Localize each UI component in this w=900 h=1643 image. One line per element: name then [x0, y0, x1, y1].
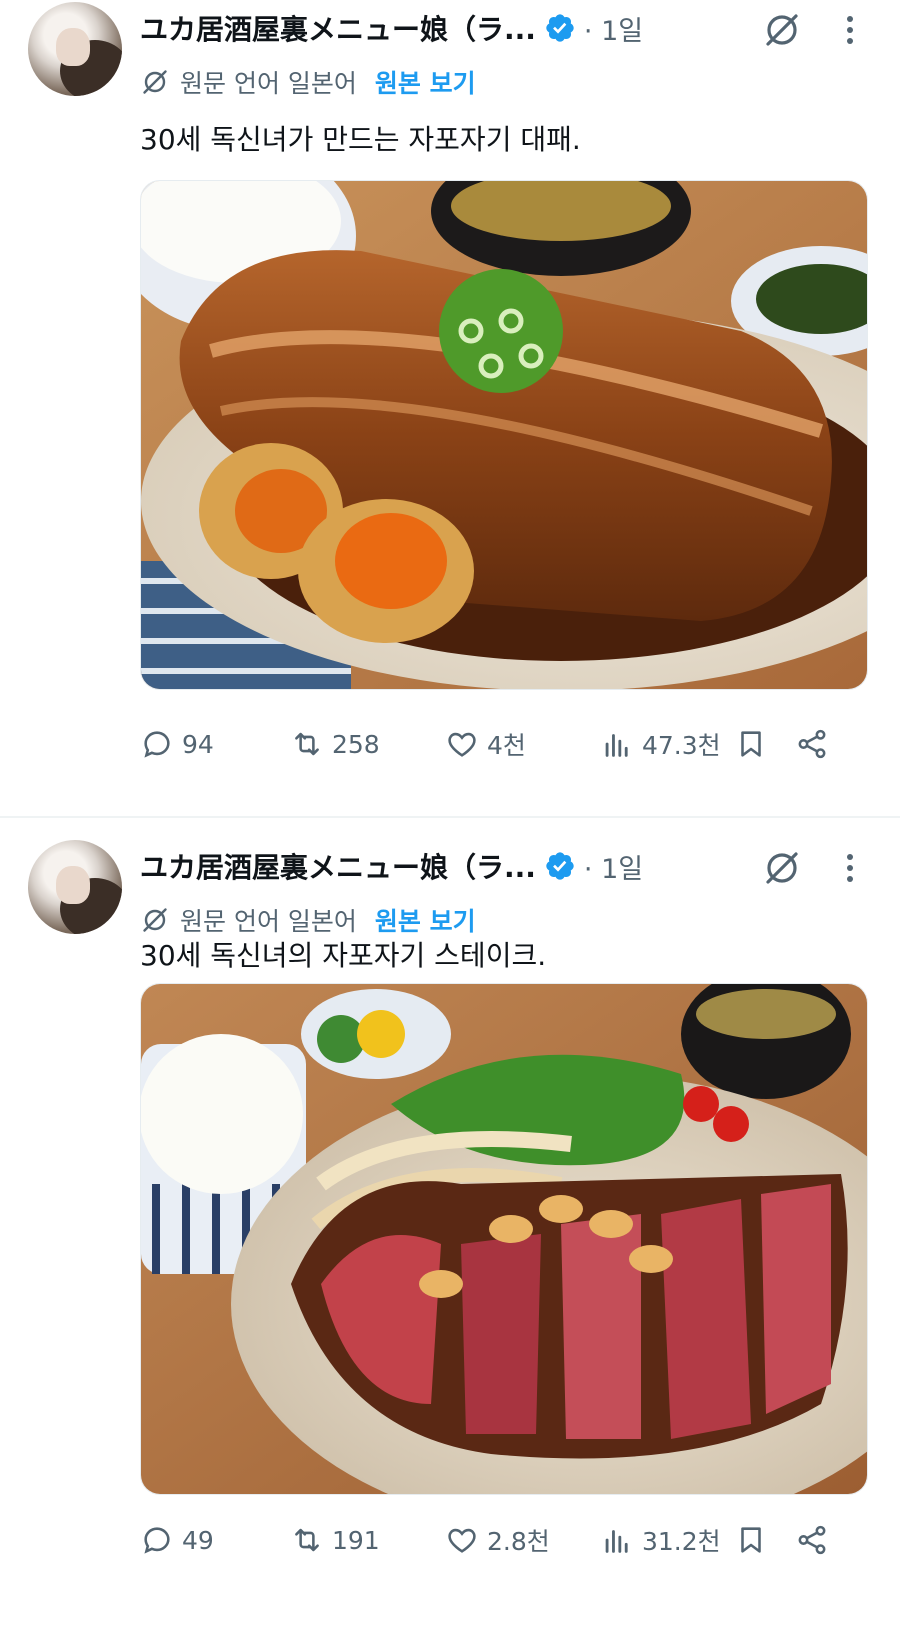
grok-icon[interactable] [762, 10, 802, 50]
share-button[interactable] [795, 1518, 829, 1562]
translation-note: 원문 언어 일본어 [180, 69, 357, 98]
reply-count: 49 [182, 1525, 214, 1555]
braised-pork-belly-photo [141, 181, 867, 689]
reply-button[interactable]: 94 [140, 722, 214, 766]
more-options-icon[interactable] [840, 12, 860, 48]
view-count: 47.3천 [642, 731, 721, 760]
tweet-media-image[interactable] [140, 983, 868, 1495]
avatar-hand [56, 866, 90, 904]
reply-button[interactable]: 49 [140, 1518, 214, 1562]
repost-button[interactable]: 191 [290, 1518, 380, 1562]
tweet-text: 30세 독신녀의 자포자기 스테이크. [140, 939, 547, 972]
view-count: 31.2천 [642, 1527, 721, 1556]
verified-badge-icon [544, 850, 576, 882]
like-button[interactable]: 4천 [445, 722, 526, 766]
reply-count: 94 [182, 729, 214, 759]
author-name[interactable]: ユカ居酒屋裏メニュー娘（ラ... [140, 846, 536, 886]
like-count: 2.8천 [487, 1527, 550, 1556]
reply-icon [144, 731, 170, 758]
bookmark-button[interactable] [734, 1518, 768, 1562]
avatar-hand [56, 28, 90, 66]
heart-icon [448, 732, 476, 757]
steak-photo [141, 984, 867, 1494]
view-original-link[interactable]: 원본 보기 [375, 902, 476, 938]
post-time[interactable]: · 1일 [584, 9, 643, 48]
avatar[interactable] [28, 840, 122, 934]
repost-icon [295, 732, 319, 756]
repost-count: 191 [332, 1525, 380, 1555]
views-button[interactable]: 47.3천 [600, 722, 721, 766]
repost-button[interactable]: 258 [290, 722, 380, 766]
share-button[interactable] [795, 722, 829, 766]
bookmark-button[interactable] [734, 722, 768, 766]
view-original-link[interactable]: 원본 보기 [375, 64, 476, 100]
grok-icon[interactable] [762, 848, 802, 888]
tweet-text: 30세 독신녀가 만드는 자포자기 대패. [140, 123, 581, 156]
tweet[interactable]: ユカ居酒屋裏メニュー娘（ラ... · 1일 원문 언어 일본어 원본 보기 30… [0, 0, 900, 812]
post-time[interactable]: · 1일 [584, 847, 643, 886]
repost-icon [295, 1528, 319, 1552]
share-icon [798, 1525, 826, 1555]
bookmark-icon [741, 731, 761, 757]
bookmark-icon [741, 1527, 761, 1553]
tweet-divider [0, 816, 900, 818]
tweet-header: ユカ居酒屋裏メニュー娘（ラ... · 1일 [140, 6, 880, 50]
repost-count: 258 [332, 729, 380, 759]
author-name[interactable]: ユカ居酒屋裏メニュー娘（ラ... [140, 8, 536, 48]
analytics-icon [605, 734, 628, 757]
grok-translate-icon [140, 67, 170, 97]
like-button[interactable]: 2.8천 [445, 1518, 550, 1562]
tweet-actions: 49 191 2.8천 31.2천 [140, 1518, 870, 1562]
tweet[interactable]: ユカ居酒屋裏メニュー娘（ラ... · 1일 원문 언어 일본어 원본 보기 30… [0, 838, 900, 1643]
translation-row: 원문 언어 일본어 원본 보기 [140, 64, 476, 100]
avatar[interactable] [28, 2, 122, 96]
views-button[interactable]: 31.2천 [600, 1518, 721, 1562]
tweet-actions: 94 258 4천 47.3천 [140, 722, 870, 766]
share-icon [798, 729, 826, 759]
tweet-media-image[interactable] [140, 180, 868, 690]
tweet-header: ユカ居酒屋裏メニュー娘（ラ... · 1일 [140, 844, 880, 888]
more-options-icon[interactable] [840, 850, 860, 886]
translation-row: 원문 언어 일본어 원본 보기 [140, 902, 476, 938]
grok-translate-icon [140, 905, 170, 935]
reply-icon [144, 1527, 170, 1554]
heart-icon [448, 1528, 476, 1553]
translation-note: 원문 언어 일본어 [180, 907, 357, 936]
like-count: 4천 [487, 731, 526, 760]
analytics-icon [605, 1530, 628, 1553]
verified-badge-icon [544, 12, 576, 44]
